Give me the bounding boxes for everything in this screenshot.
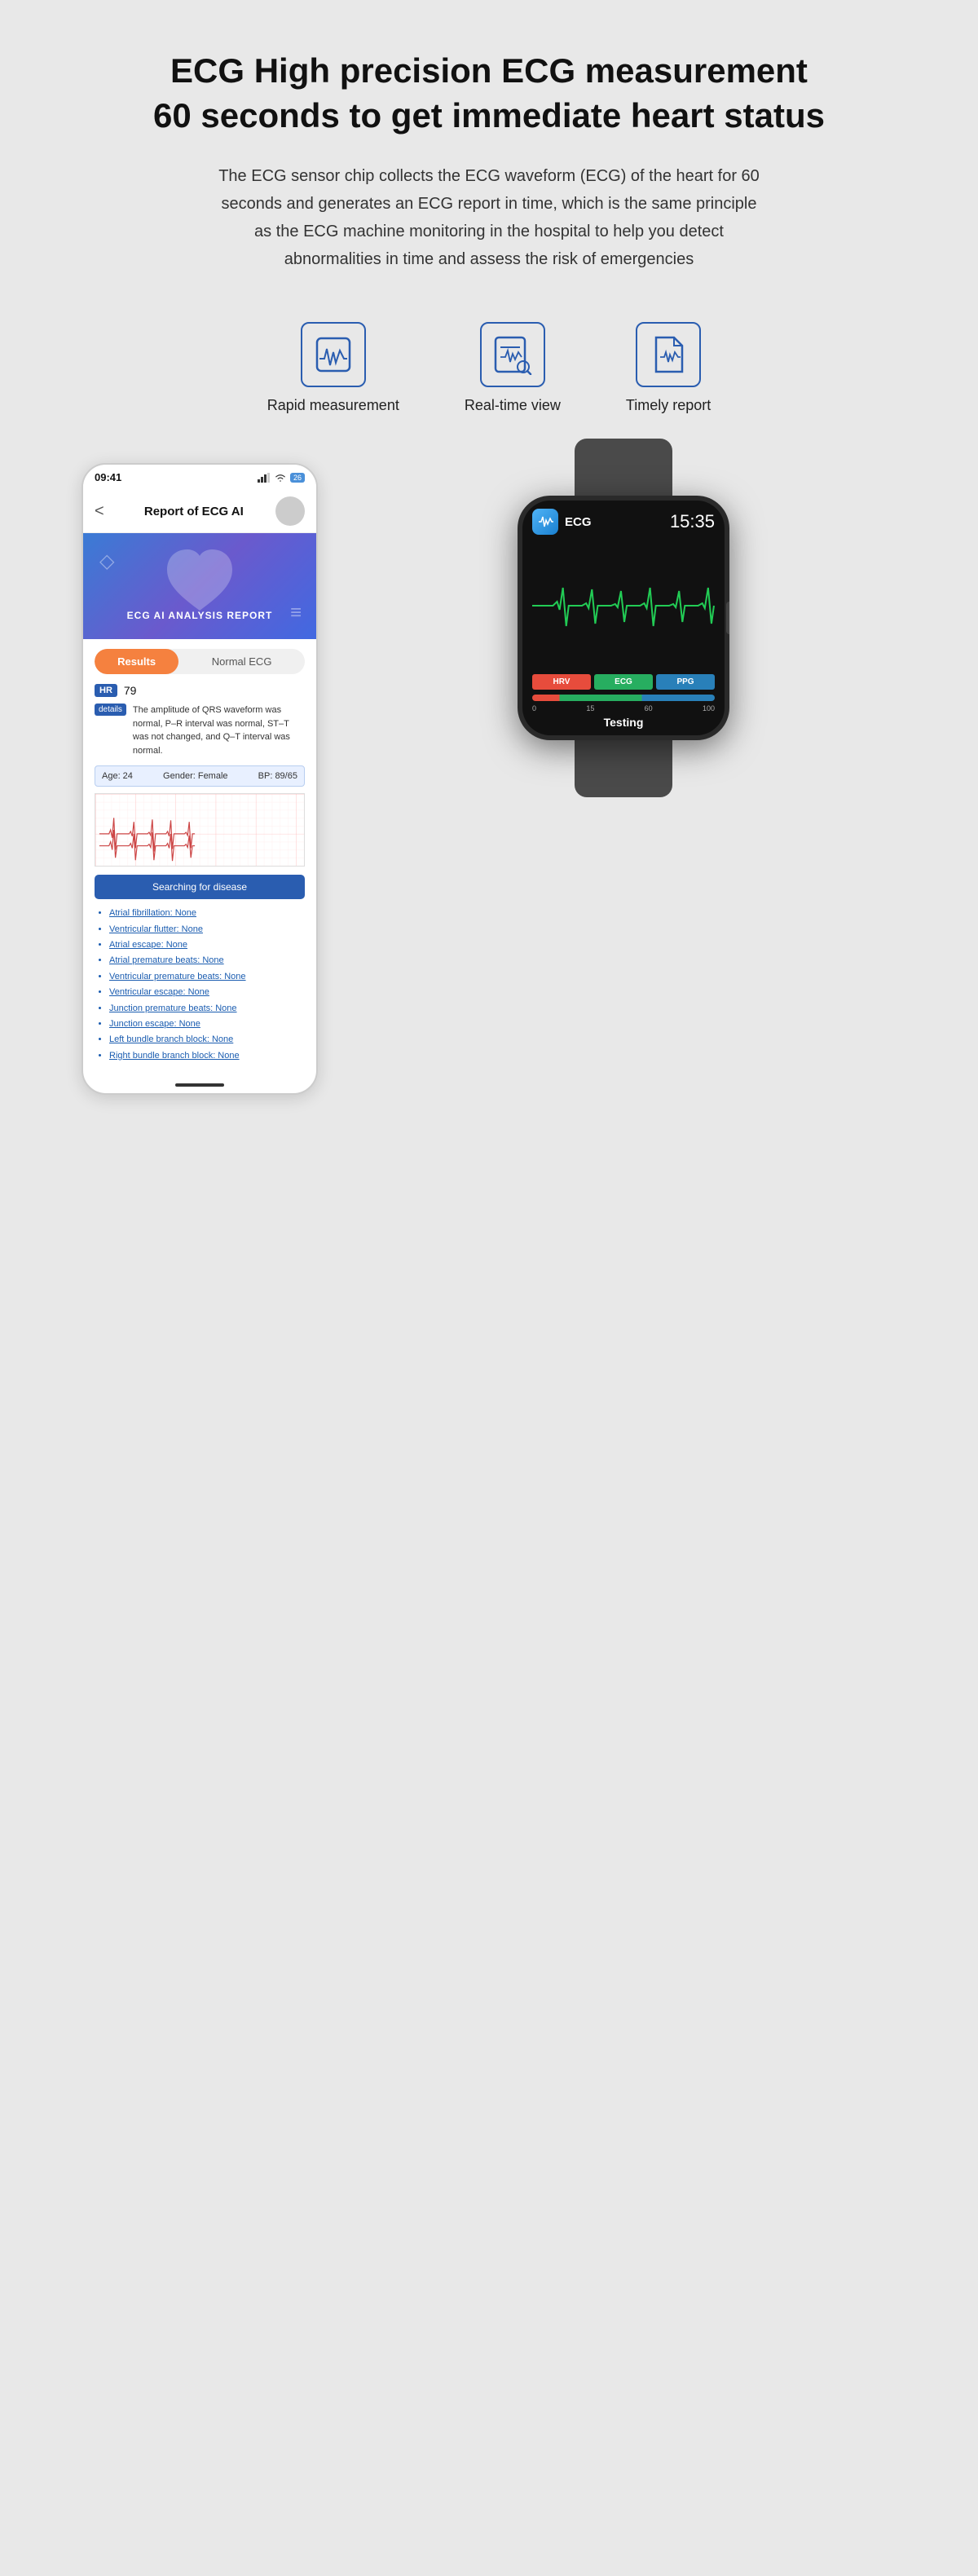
patient-info-box: Age: 24 Gender: Female BP: 89/65	[95, 765, 305, 787]
watch-ecg-section: ECG	[532, 509, 592, 535]
feature-label-rapid: Rapid measurement	[267, 397, 399, 414]
watch-crown	[726, 602, 729, 634]
disease-list: Atrial fibrillation: None Ventricular fl…	[95, 907, 305, 1062]
phone-status-icons: 26	[258, 473, 305, 483]
watch-tab-hrv[interactable]: HRV	[532, 674, 591, 690]
ecg-ai-banner: ECG AI ANALYSIS REPORT ◇ ≡	[83, 533, 316, 639]
ecg-report-icon	[648, 334, 689, 375]
watch-time: 15:35	[670, 511, 715, 532]
phone-nav: < Report of ECG AI	[83, 490, 316, 533]
watch-progress-labels: 0 15 60 100	[532, 704, 715, 712]
list-item[interactable]: Atrial premature beats: None	[109, 955, 305, 967]
tab-normal-ecg[interactable]: Normal ECG	[178, 649, 305, 674]
list-item[interactable]: Left bundle branch block: None	[109, 1034, 305, 1046]
phone-mockup: 09:41 26	[82, 463, 318, 1095]
watch-tab-ppg[interactable]: PPG	[656, 674, 715, 690]
watch-body: ECG 15:35	[518, 496, 729, 740]
feature-rapid-measurement: Rapid measurement	[267, 322, 399, 414]
results-tabs: Results Normal ECG	[95, 649, 305, 674]
phone-nav-avatar	[275, 496, 305, 526]
ecg-chart-area	[95, 793, 305, 867]
hr-badge: HR	[95, 684, 117, 697]
details-text: The amplitude of QRS waveform was normal…	[133, 704, 305, 757]
phone-back-button[interactable]: <	[95, 502, 104, 521]
phone-status-bar: 09:41 26	[83, 465, 316, 490]
ecg-banner-label: ECG AI ANALYSIS REPORT	[127, 608, 273, 623]
page-container: ECG High precision ECG measurement 60 se…	[0, 0, 978, 1144]
progress-label-15: 15	[586, 704, 594, 712]
ecg-search-icon	[492, 334, 533, 375]
patient-gender: Gender: Female	[163, 771, 227, 781]
watch-testing-label: Testing	[532, 716, 715, 729]
feature-timely-report: Timely report	[626, 322, 711, 414]
banner-deco-lines: ≡	[290, 602, 302, 624]
details-row: details The amplitude of QRS waveform wa…	[95, 704, 305, 757]
list-item[interactable]: Ventricular flutter: None	[109, 924, 305, 936]
list-item[interactable]: Junction escape: None	[109, 1018, 305, 1030]
hero-title: ECG High precision ECG measurement 60 se…	[153, 49, 825, 138]
watch-screen: ECG 15:35	[522, 501, 725, 735]
main-content: 09:41 26	[82, 463, 896, 1095]
rapid-measurement-icon-box	[301, 322, 366, 387]
hr-row: HR 79	[95, 684, 305, 697]
wifi-icon	[274, 473, 287, 483]
list-item[interactable]: Junction premature beats: None	[109, 1003, 305, 1015]
watch-mode-tabs: HRV ECG PPG	[532, 674, 715, 690]
banner-deco-diamond: ◇	[99, 549, 114, 573]
hero-description: The ECG sensor chip collects the ECG wav…	[212, 162, 766, 273]
feature-label-realtime: Real-time view	[465, 397, 561, 414]
timely-report-icon-box	[636, 322, 701, 387]
ecg-waveform-icon	[313, 334, 354, 375]
tab-results[interactable]: Results	[95, 649, 178, 674]
signal-icon	[258, 473, 271, 483]
feature-label-timely: Timely report	[626, 397, 711, 414]
watch-tab-ecg[interactable]: ECG	[594, 674, 653, 690]
battery-icon: 26	[290, 473, 305, 483]
watch-mockup: ECG 15:35	[489, 463, 758, 773]
ecg-chart-svg	[95, 794, 304, 866]
list-item[interactable]: Atrial escape: None	[109, 939, 305, 951]
patient-bp: BP: 89/65	[258, 771, 297, 781]
phone-nav-title: Report of ECG AI	[112, 505, 275, 518]
phone-home-indicator	[175, 1083, 224, 1087]
progress-label-100: 100	[703, 704, 715, 712]
features-row: Rapid measurement Real-time view	[267, 322, 711, 414]
phone-body: Results Normal ECG HR 79 details The amp…	[83, 639, 316, 1075]
progress-label-60: 60	[645, 704, 653, 712]
progress-label-0: 0	[532, 704, 536, 712]
list-item[interactable]: Ventricular premature beats: None	[109, 971, 305, 983]
watch-top-row: ECG 15:35	[532, 509, 715, 535]
watch-area: ECG 15:35	[350, 463, 896, 773]
hr-value: 79	[124, 684, 137, 697]
patient-age: Age: 24	[102, 771, 133, 781]
details-badge: details	[95, 704, 126, 716]
list-item[interactable]: Right bundle branch block: None	[109, 1050, 305, 1062]
realtime-view-icon-box	[480, 322, 545, 387]
list-item[interactable]: Atrial fibrillation: None	[109, 907, 305, 920]
list-item[interactable]: Ventricular escape: None	[109, 986, 305, 999]
searching-disease-button[interactable]: Searching for disease	[95, 875, 305, 899]
watch-ecg-app-icon	[532, 509, 558, 535]
watch-progress-bar	[532, 695, 715, 701]
watch-ecg-waveform-svg	[532, 581, 715, 630]
feature-realtime-view: Real-time view	[465, 322, 561, 414]
watch-bottom-section: HRV ECG PPG 0 15 60 100 Testin	[532, 674, 715, 729]
phone-time: 09:41	[95, 471, 121, 483]
watch-ecg-label: ECG	[565, 515, 592, 529]
watch-ecg-icon-svg	[537, 514, 553, 530]
watch-waveform	[532, 540, 715, 671]
